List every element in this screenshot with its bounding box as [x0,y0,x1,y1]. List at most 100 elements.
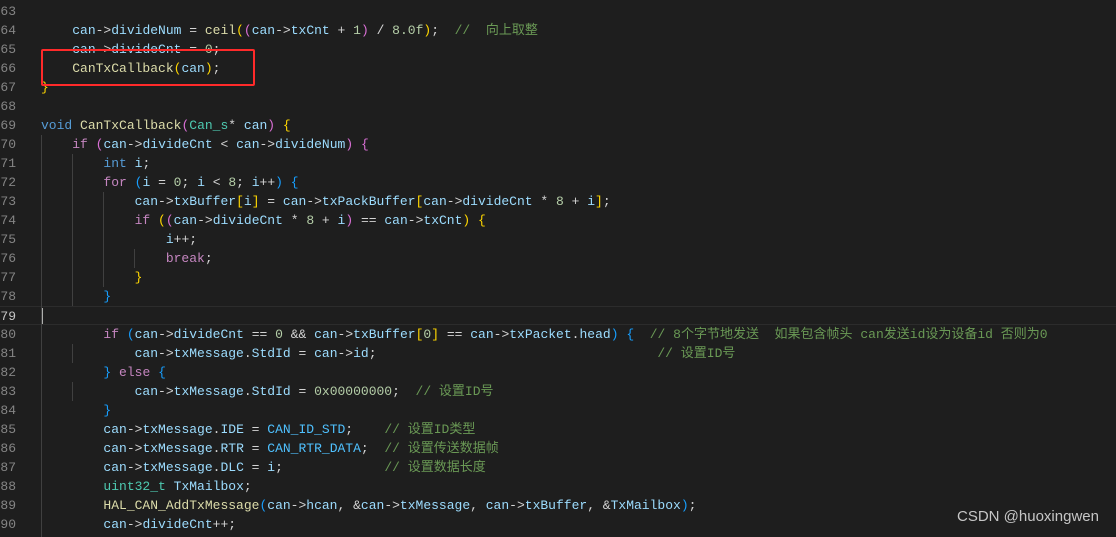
code-text: break; [41,249,213,268]
code-token: ++ [259,175,276,190]
code-token: -> [493,327,510,342]
code-line[interactable]: 79 [0,306,1116,325]
line-number: 71 [0,156,16,171]
code-line[interactable]: 68 [0,97,1116,116]
code-token: can [360,498,385,513]
code-line[interactable]: 76 break; [0,249,1116,268]
code-line[interactable]: 84 } [0,401,1116,420]
line-number: 69 [0,118,16,133]
code-token: if [72,137,88,152]
code-token: ) [275,175,283,190]
code-token: -> [384,498,400,513]
code-line[interactable]: 80 if (can->divideCnt == 0 && can->txBuf… [0,325,1116,344]
code-token: ) [345,137,354,152]
code-line[interactable]: 88 uint32_t TxMailbox; [0,477,1116,496]
code-token: -> [290,498,307,513]
code-token: ; [275,460,385,475]
code-token: break [165,251,205,266]
code-line[interactable]: 85 can->txMessage.IDE = CAN_ID_STD; // 设… [0,420,1116,439]
code-token: can [103,422,127,437]
code-text: } [41,401,111,420]
code-line[interactable]: 89 HAL_CAN_AddTxMessage(can->hcan, &can-… [0,496,1116,515]
code-token: + [314,213,338,228]
code-token: 8.0f [392,23,424,38]
line-number: 68 [0,99,16,114]
code-token: ; [392,384,416,399]
line-number: 67 [0,80,16,95]
code-line[interactable]: 87 can->txMessage.DLC = i; // 设置数据长度 [0,458,1116,477]
code-line[interactable]: 71 int i; [0,154,1116,173]
code-text: HAL_CAN_AddTxMessage(can->hcan, &can->tx… [41,496,696,515]
code-line[interactable]: 77 } [0,268,1116,287]
indent-guide [72,154,73,306]
line-number: 64 [0,23,16,38]
code-line[interactable]: 90 can->divideCnt++; [0,515,1116,534]
code-line[interactable]: 73 can->txBuffer[i] = can->txPackBuffer[… [0,192,1116,211]
line-number: 82 [0,365,16,380]
code-token: * [282,213,307,228]
code-token: -> [407,213,424,228]
code-line[interactable]: 78 } [0,287,1116,306]
code-token: < [212,137,237,152]
code-token: -> [275,23,291,38]
code-token: } [103,403,112,418]
code-token: . [243,384,252,399]
code-token: , & [587,498,611,513]
code-line[interactable]: 86 can->txMessage.RTR = CAN_RTR_DATA; //… [0,439,1116,458]
code-token: ++; [212,517,237,532]
line-number: 65 [0,42,16,57]
code-token: can [267,498,291,513]
code-line[interactable]: 72 for (i = 0; i < 8; i++) { [0,173,1116,192]
code-token: TxMailbox [610,498,681,513]
code-line[interactable]: 70 if (can->divideCnt < can->divideNum) … [0,135,1116,154]
code-text: can->divideCnt++; [41,515,236,534]
code-token: CAN_RTR_DATA [267,441,361,456]
code-token: -> [158,346,174,361]
line-number: 90 [0,517,16,532]
line-number: 66 [0,61,16,76]
code-token: txMessage [142,441,213,456]
code-line[interactable]: 74 if ((can->divideCnt * 8 + i) == can->… [0,211,1116,230]
line-number: 78 [0,289,16,304]
code-token: -> [259,137,276,152]
code-token: . [243,346,252,361]
code-line[interactable]: 75 i++; [0,230,1116,249]
code-line[interactable]: 64 can->divideNum = ceil((can->txCnt + 1… [0,21,1116,40]
code-line[interactable]: 63 [0,2,1116,21]
code-token: ; [360,441,385,456]
code-token: uint32_t [103,479,166,494]
code-token: -> [509,498,525,513]
code-token: } [134,270,143,285]
code-line[interactable]: 81 can->txMessage.StdId = can->id; // 设置… [0,344,1116,363]
code-token: { [478,213,486,228]
watermark: CSDN @huoxingwen [957,508,1099,525]
code-token: CanTxCallback [80,118,182,133]
code-token: txCnt [290,23,330,38]
code-text: int i; [41,154,150,173]
code-line[interactable]: 83 can->txMessage.StdId = 0x00000000; //… [0,382,1116,401]
code-token: txPacket [509,327,572,342]
code-token: can [103,517,127,532]
code-token: = [150,175,174,190]
code-token: ; [345,422,385,437]
code-line[interactable]: 69 void CanTxCallback(Can_s* can) { [0,116,1116,135]
line-number: 80 [0,327,16,342]
line-number: 72 [0,175,16,190]
code-token: for [103,175,127,190]
code-token: StdId [251,346,291,361]
code-token: head [579,327,611,342]
code-token: = [290,384,315,399]
code-token: ; [236,175,252,190]
line-number: 81 [0,346,16,361]
code-token: can [243,118,268,133]
code-token: can [384,213,408,228]
code-line[interactable]: 82 } else { [0,363,1116,382]
